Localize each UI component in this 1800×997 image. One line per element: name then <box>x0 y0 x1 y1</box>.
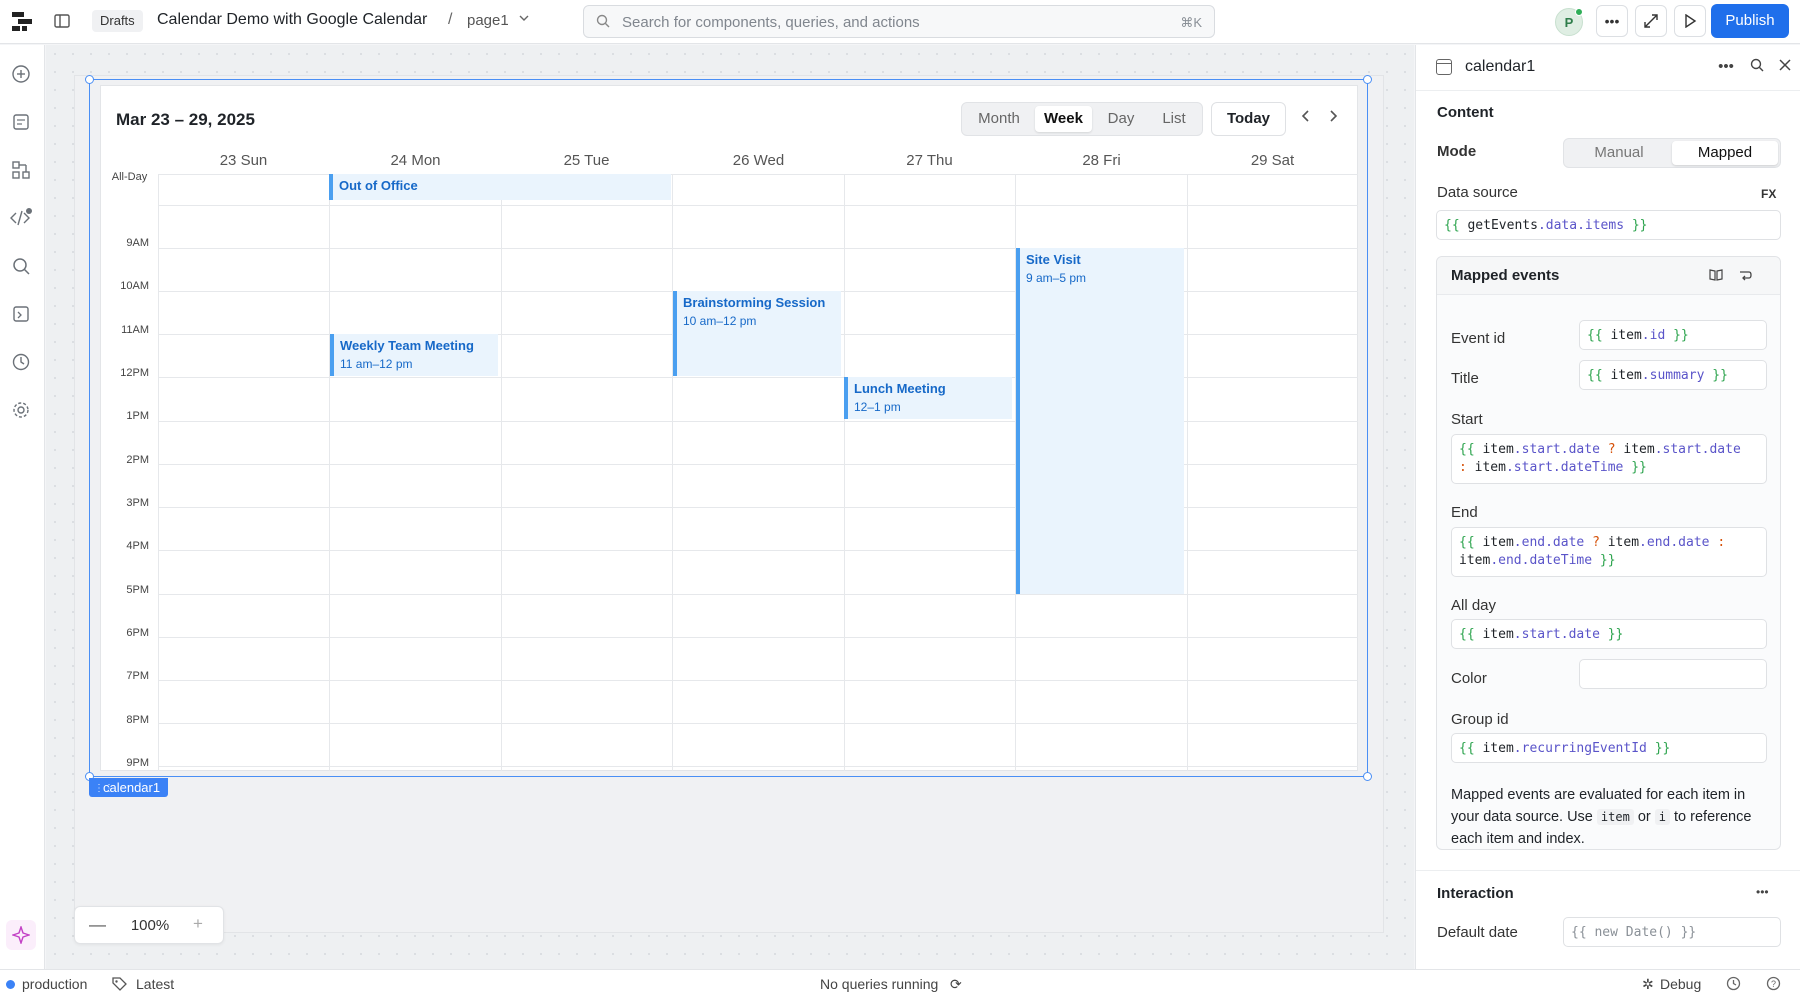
default-date-field[interactable]: {{ new Date() }} <box>1563 917 1781 947</box>
search-input[interactable]: Search for components, queries, and acti… <box>583 5 1215 38</box>
page-selector[interactable]: page1 <box>467 12 509 29</box>
mapped-events-header[interactable]: Mapped events <box>1437 257 1780 295</box>
mode-segmented-control: Manual Mapped <box>1563 138 1781 168</box>
help-code-i: i <box>1654 809 1670 825</box>
start-label: Start <box>1451 411 1483 428</box>
title-label: Title <box>1451 370 1479 387</box>
more-icon[interactable]: ••• <box>1717 58 1735 75</box>
components-icon[interactable] <box>10 160 32 182</box>
search-icon[interactable] <box>1748 58 1766 76</box>
sparkle-icon[interactable] <box>6 920 36 950</box>
online-status-dot <box>1575 8 1583 16</box>
environment-dot <box>6 980 15 989</box>
debug-icon: ✲ <box>1642 976 1654 992</box>
mode-mapped-option[interactable]: Mapped <box>1672 141 1778 165</box>
svg-text:?: ? <box>1771 979 1776 989</box>
play-icon[interactable] <box>1674 5 1706 37</box>
help-text-or: or <box>1637 809 1651 825</box>
start-field[interactable]: {{ item.start.date ? item.start.date : i… <box>1451 434 1767 484</box>
default-date-label: Default date <box>1437 924 1518 941</box>
code-icon[interactable] <box>10 208 32 230</box>
sync-icon: ⟳ <box>950 976 962 992</box>
debug-button[interactable]: Debug <box>1660 976 1701 992</box>
left-rail <box>0 45 45 969</box>
mode-manual-option[interactable]: Manual <box>1566 141 1672 165</box>
close-icon[interactable] <box>1776 58 1794 75</box>
calendar-icon <box>1436 59 1452 75</box>
color-label: Color <box>1451 670 1487 687</box>
component-name[interactable]: calendar1 <box>1465 58 1535 76</box>
version-selector[interactable]: Latest <box>136 976 174 992</box>
environment-selector[interactable]: production <box>22 976 87 992</box>
mode-label: Mode <box>1437 143 1477 160</box>
help-code-item: item <box>1596 809 1634 825</box>
section-divider <box>1416 870 1800 871</box>
help-icon[interactable]: ? <box>1766 976 1781 994</box>
resize-handle[interactable] <box>1363 772 1372 781</box>
app-title[interactable]: Calendar Demo with Google Calendar <box>157 11 427 29</box>
history-icon[interactable] <box>10 352 32 374</box>
state-icon[interactable] <box>10 304 32 326</box>
publish-button[interactable]: Publish <box>1711 4 1789 38</box>
history-icon[interactable] <box>1726 976 1741 994</box>
sidebar-toggle-icon[interactable] <box>52 12 72 32</box>
book-icon[interactable] <box>1708 268 1724 284</box>
search-shortcut: ⌘K <box>1180 15 1202 30</box>
fx-toggle[interactable]: FX <box>1761 187 1776 201</box>
all-day-field[interactable]: {{ item.start.date }} <box>1451 619 1767 649</box>
interaction-section-title[interactable]: Interaction <box>1437 885 1514 902</box>
drag-handle-icon[interactable]: ⋮⋮ <box>94 779 114 798</box>
page-icon[interactable] <box>10 112 32 134</box>
queries-status[interactable]: No queries running <box>820 976 938 992</box>
component-tag[interactable]: ⋮⋮ calendar1 <box>89 778 169 798</box>
zoom-level: 100% <box>130 917 170 934</box>
zoom-out-icon[interactable]: — <box>89 915 106 935</box>
zoom-in-icon[interactable]: + <box>193 914 203 934</box>
top-bar: Drafts Calendar Demo with Google Calenda… <box>0 0 1800 44</box>
inspector-panel: calendar1 ••• Content Mode Manual Mapped… <box>1415 45 1800 969</box>
add-icon[interactable] <box>10 64 32 86</box>
search-icon <box>596 14 610 28</box>
all-day-label: All day <box>1451 597 1497 614</box>
mapped-events-title: Mapped events <box>1451 267 1560 284</box>
data-source-label: Data source <box>1437 184 1518 201</box>
avatar[interactable]: P <box>1555 8 1583 36</box>
expand-icon[interactable] <box>1635 5 1667 37</box>
mapped-events-help: Mapped events are evaluated for each ite… <box>1451 784 1769 850</box>
group-id-field[interactable]: {{ item.recurringEventId }} <box>1451 733 1767 763</box>
selection-frame <box>89 79 1368 777</box>
color-field[interactable] <box>1579 659 1767 689</box>
end-label: End <box>1451 504 1478 521</box>
event-id-label: Event id <box>1451 330 1506 347</box>
resize-handle[interactable] <box>1363 75 1372 84</box>
retool-logo[interactable] <box>12 12 32 32</box>
event-id-field[interactable]: {{ item.id }} <box>1579 320 1767 350</box>
settings-icon[interactable] <box>10 400 32 422</box>
mapped-events-panel: Mapped events Event id {{ item.id }} Tit… <box>1436 256 1781 850</box>
resize-handle[interactable] <box>85 75 94 84</box>
end-field[interactable]: {{ item.end.date ? item.end.date : item.… <box>1451 527 1767 577</box>
rail-search-icon[interactable] <box>10 256 32 278</box>
drafts-badge[interactable]: Drafts <box>92 10 143 32</box>
breadcrumb-separator: / <box>448 11 453 28</box>
more-icon[interactable]: ••• <box>1596 5 1628 37</box>
status-bar: production Latest No queries running ⟳ ✲… <box>0 969 1800 997</box>
data-source-field[interactable]: {{ getEvents.data.items }} <box>1436 210 1781 240</box>
tag-icon <box>112 977 127 995</box>
zoom-control: — 100% + <box>74 906 224 944</box>
title-field[interactable]: {{ item.summary }} <box>1579 360 1767 390</box>
wrap-icon[interactable] <box>1737 268 1753 284</box>
search-placeholder: Search for components, queries, and acti… <box>622 14 920 31</box>
avatar-initial: P <box>1564 15 1574 30</box>
more-icon[interactable]: ••• <box>1756 885 1769 899</box>
chevron-down-icon[interactable] <box>518 12 530 27</box>
inspector-header: calendar1 ••• <box>1416 45 1800 91</box>
content-section-title[interactable]: Content <box>1437 104 1494 121</box>
group-id-label: Group id <box>1451 711 1509 728</box>
